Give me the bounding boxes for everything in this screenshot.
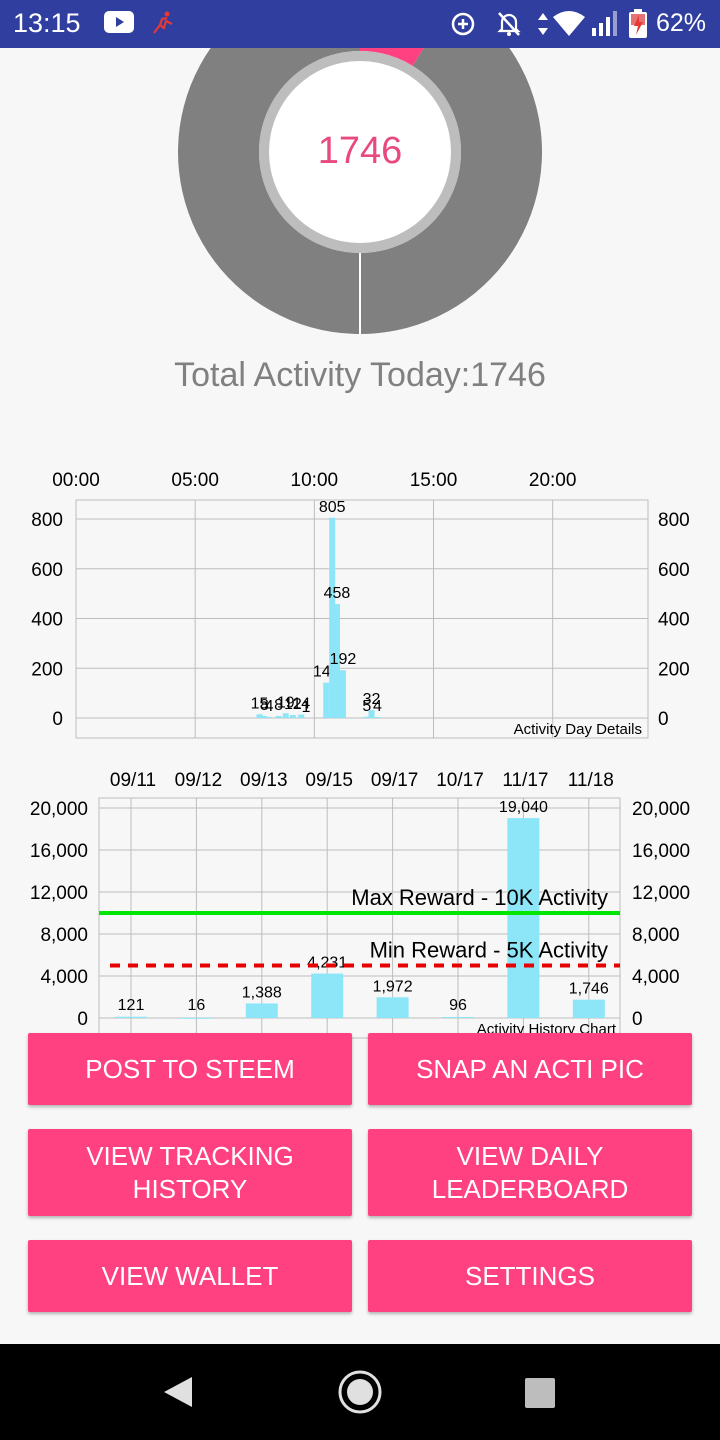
- day-chart-y-tick-label-right: 800: [658, 510, 690, 531]
- history-chart-x-tick-label: 09/13: [240, 770, 288, 791]
- history-chart-x-tick-label: 11/17: [502, 770, 548, 791]
- status-time: 13:15: [13, 8, 81, 38]
- history-chart-frame: [98, 797, 621, 1039]
- history-chart-x-tick-label: 10/17: [436, 770, 484, 791]
- day-chart-y-tick-label-right: 400: [658, 610, 690, 631]
- day-chart-x-tick-label: 20:00: [529, 470, 577, 491]
- history-chart-y-tick-label-left: 0: [77, 1009, 88, 1030]
- history-chart-y-tick-label-left: 12,000: [30, 883, 88, 904]
- history-activity-chart-svg: 0 0 4,000 4,000 8,000 8,000 12,000 12,000 16,000…: [30, 770, 690, 1039]
- history-chart-x-tick-label: 09/12: [175, 770, 223, 791]
- history-activity-chart: 0 0 4,000 4,000 8,000 8,000 12,000 12,000 16,000…: [0, 712, 720, 1039]
- day-chart-x-tick-label: 00:00: [52, 470, 100, 491]
- day-chart-y-tick-label-left: 200: [31, 659, 63, 680]
- activity-ring-chart: [178, 48, 542, 334]
- notifications-off-icon: [497, 12, 521, 36]
- navigation-bar: [0, 1344, 720, 1440]
- history-chart-y-tick-label-right: 4,000: [632, 967, 680, 988]
- day-chart-x-tick-label: 15:00: [410, 470, 458, 491]
- history-chart-reference-label: Min Reward - 5K Activity: [370, 938, 608, 963]
- running-app-icon: [153, 11, 173, 34]
- history-chart-bar-value-label: 4,231: [307, 955, 347, 972]
- history-chart-bar-value-label: 1,388: [242, 984, 282, 1001]
- history-chart-y-tick-label-right: 12,000: [632, 883, 690, 904]
- status-bar: 13:15 62%: [0, 0, 720, 48]
- day-chart-bar-value-label: 192: [330, 651, 357, 668]
- history-chart-y-tick-label-left: 4,000: [40, 967, 88, 988]
- view-tracking-history-button[interactable]: VIEW TRACKING HISTORY: [28, 1129, 352, 1216]
- day-chart-y-tick-label-left: 600: [31, 560, 63, 581]
- history-chart-bar-value-label: 1,746: [569, 981, 609, 998]
- activity-ring: 1746: [0, 48, 720, 348]
- post-to-steem-button[interactable]: POST TO STEEM: [28, 1033, 352, 1105]
- wifi-icon: [553, 11, 585, 36]
- history-chart-x-tick-label: 09/15: [305, 770, 353, 791]
- view-daily-leaderboard-button[interactable]: VIEW DAILY LEADERBOARD: [368, 1129, 692, 1216]
- home-icon[interactable]: [336, 1368, 384, 1416]
- history-chart-bar: [311, 973, 344, 1018]
- history-chart-bar-value-label: 96: [449, 997, 467, 1014]
- history-chart-x-tick-label: 11/18: [568, 770, 614, 791]
- history-chart-y-tick-label-right: 8,000: [632, 925, 680, 946]
- settings-button[interactable]: SETTINGS: [368, 1240, 692, 1312]
- data-saver-icon: [451, 12, 475, 36]
- history-chart-x-tick-label: 09/17: [371, 770, 419, 791]
- day-chart-y-tick-label-right: 600: [658, 560, 690, 581]
- signal-icon: [592, 11, 617, 36]
- data-transfer-icon: [538, 13, 548, 35]
- history-chart-bar: [507, 818, 540, 1018]
- history-chart-bar-value-label: 121: [118, 997, 145, 1014]
- day-chart-bar-value-label: 458: [324, 585, 351, 602]
- history-chart-y-tick-label-right: 20,000: [632, 799, 690, 820]
- history-chart-y-tick-label-left: 16,000: [30, 841, 88, 862]
- history-chart-y-tick-label-left: 8,000: [40, 925, 88, 946]
- history-chart-bar-value-label: 1,972: [373, 978, 413, 995]
- recents-icon[interactable]: [524, 1377, 556, 1409]
- history-chart-x-tick-label: 09/11: [110, 770, 156, 791]
- day-activity-chart-svg: 0 0200 200400 400600 600800 80000:00 05:00 10:0…: [31, 470, 690, 739]
- ring-center-value: 1746: [317, 130, 403, 172]
- battery-charging-icon: [629, 9, 647, 38]
- history-chart-y-tick-label-right: 0: [632, 1009, 643, 1030]
- history-chart-bar: [115, 1016, 147, 1018]
- day-chart-x-tick-label: 05:00: [171, 470, 219, 491]
- day-chart-bar: [339, 670, 346, 718]
- history-chart-bar: [572, 999, 605, 1018]
- snap-acti-pic-button[interactable]: SNAP AN ACTI PIC: [368, 1033, 692, 1105]
- history-chart-y-tick-label-left: 20,000: [30, 799, 88, 820]
- day-activity-chart: 0 0 200 200 400 400 600 600 800 800 00:00 05:00 10:0…: [0, 412, 720, 739]
- youtube-icon: [104, 11, 134, 33]
- history-chart-bar: [245, 1003, 278, 1018]
- day-chart-bar-value-label: 805: [319, 499, 346, 516]
- history-chart-reference-label: Max Reward - 10K Activity: [351, 885, 608, 910]
- history-chart-bar: [442, 1016, 474, 1018]
- view-wallet-button[interactable]: VIEW WALLET: [28, 1240, 352, 1312]
- day-chart-y-tick-label-left: 400: [31, 610, 63, 631]
- total-activity-text: Total Activity Today:1746: [174, 356, 546, 394]
- history-chart-bar-value-label: 19,040: [499, 799, 548, 816]
- day-chart-x-tick-label: 10:00: [291, 470, 339, 491]
- battery-percent: 62%: [656, 9, 707, 37]
- history-chart-bar: [180, 1017, 213, 1019]
- history-chart-bar-value-label: 16: [188, 997, 206, 1014]
- day-chart-y-tick-label-right: 200: [658, 659, 690, 680]
- back-icon[interactable]: [160, 1374, 196, 1410]
- main-content: 1746 Total Activity Today:1746 0 0 200 200 4…: [0, 48, 720, 1344]
- day-chart-y-tick-label-left: 800: [31, 510, 63, 531]
- history-chart-bar: [376, 997, 409, 1018]
- history-chart-y-tick-label-right: 16,000: [632, 841, 690, 862]
